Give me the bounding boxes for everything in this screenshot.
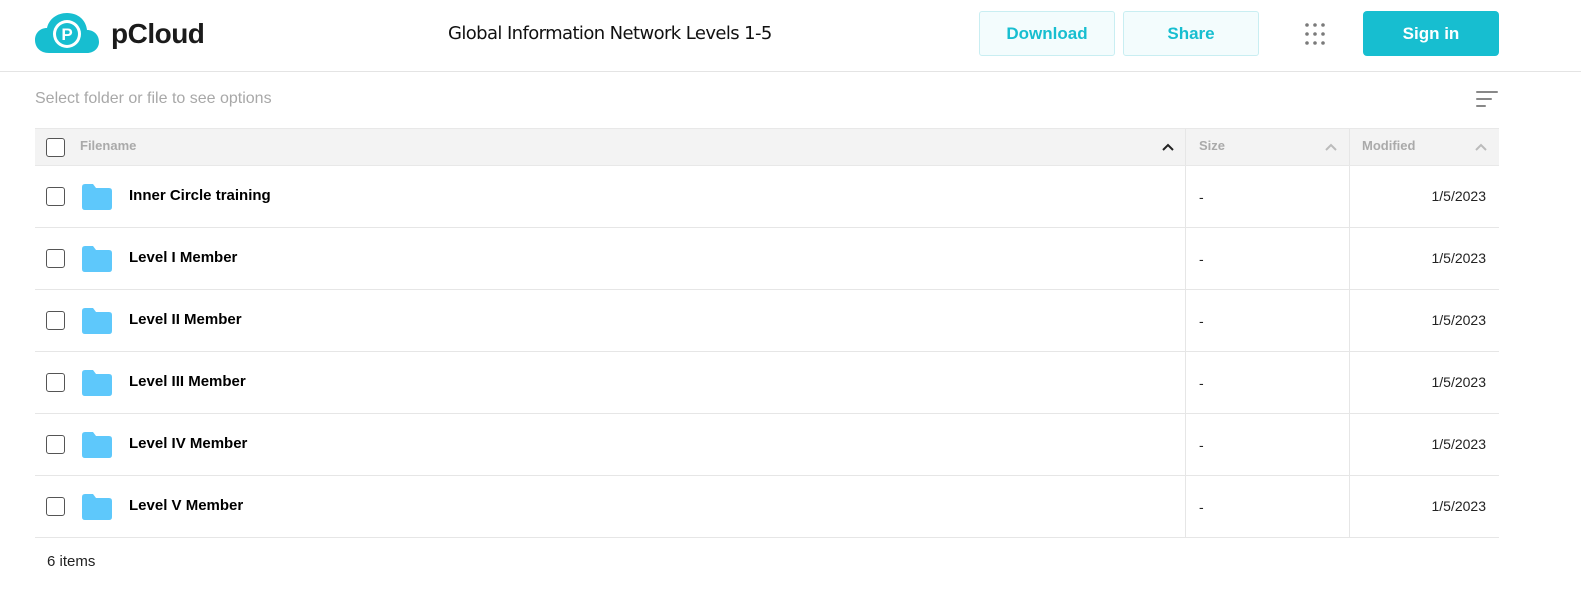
sign-in-button[interactable]: Sign in — [1363, 11, 1499, 56]
table-row[interactable]: Level IV Member - 1/5/2023 — [35, 414, 1499, 476]
file-name[interactable]: Level III Member — [129, 373, 246, 390]
file-modified: 1/5/2023 — [1431, 436, 1487, 452]
row-checkbox[interactable] — [46, 373, 65, 392]
pcloud-logo[interactable]: P pCloud — [35, 12, 205, 56]
folder-icon — [82, 370, 112, 396]
filename-header-label: Filename — [80, 138, 137, 153]
file-size: - — [1199, 499, 1204, 515]
file-name[interactable]: Level II Member — [129, 311, 242, 328]
sort-lines-icon[interactable] — [1475, 89, 1499, 109]
table-row[interactable]: Inner Circle training - 1/5/2023 — [35, 166, 1499, 228]
filename-column-header[interactable]: Filename — [35, 129, 1185, 165]
file-modified: 1/5/2023 — [1431, 250, 1487, 266]
download-button[interactable]: Download — [979, 11, 1115, 56]
selection-hint: Select folder or file to see options — [35, 90, 272, 107]
svg-text:P: P — [61, 25, 72, 44]
logo-wordmark: pCloud — [111, 18, 205, 49]
table-row[interactable]: Level V Member - 1/5/2023 — [35, 476, 1499, 538]
grid-icon[interactable] — [1303, 22, 1327, 46]
row-checkbox[interactable] — [46, 187, 65, 206]
item-count: 6 items — [47, 553, 96, 570]
folder-icon — [82, 494, 112, 520]
row-checkbox[interactable] — [46, 311, 65, 330]
size-header-label: Size — [1199, 138, 1226, 153]
chevron-up-icon[interactable] — [1324, 140, 1338, 154]
file-name[interactable]: Inner Circle training — [129, 187, 271, 204]
table-row[interactable]: Level I Member - 1/5/2023 — [35, 228, 1499, 290]
file-name[interactable]: Level V Member — [129, 497, 243, 514]
row-checkbox[interactable] — [46, 249, 65, 268]
modified-column-header[interactable]: Modified — [1349, 129, 1499, 165]
file-size: - — [1199, 313, 1204, 329]
folder-icon — [82, 246, 112, 272]
file-modified: 1/5/2023 — [1431, 188, 1487, 204]
table-header: Filename Size Modified — [35, 128, 1499, 166]
file-modified: 1/5/2023 — [1431, 374, 1487, 390]
table-row[interactable]: Level II Member - 1/5/2023 — [35, 290, 1499, 352]
row-checkbox[interactable] — [46, 497, 65, 516]
folder-icon — [82, 308, 112, 334]
share-button[interactable]: Share — [1123, 11, 1259, 56]
cloud-logo-icon: P — [35, 13, 99, 53]
file-size: - — [1199, 251, 1204, 267]
file-size: - — [1199, 437, 1204, 453]
select-all-checkbox[interactable] — [46, 138, 65, 157]
file-name[interactable]: Level IV Member — [129, 435, 247, 452]
file-name[interactable]: Level I Member — [129, 249, 237, 266]
page-title: Global Information Network Levels 1-5 — [448, 23, 772, 44]
modified-header-label: Modified — [1362, 138, 1416, 153]
file-size: - — [1199, 375, 1204, 391]
chevron-up-icon[interactable] — [1161, 140, 1175, 154]
file-modified: 1/5/2023 — [1431, 312, 1487, 328]
file-size: - — [1199, 189, 1204, 205]
chevron-up-icon[interactable] — [1474, 140, 1488, 154]
top-header: P pCloud Global Information Network Leve… — [0, 0, 1581, 72]
size-column-header[interactable]: Size — [1185, 129, 1349, 165]
folder-icon — [82, 432, 112, 458]
file-modified: 1/5/2023 — [1431, 498, 1487, 514]
file-table: Filename Size Modified Inner Circle trai… — [35, 128, 1499, 538]
table-row[interactable]: Level III Member - 1/5/2023 — [35, 352, 1499, 414]
row-checkbox[interactable] — [46, 435, 65, 454]
folder-icon — [82, 184, 112, 210]
